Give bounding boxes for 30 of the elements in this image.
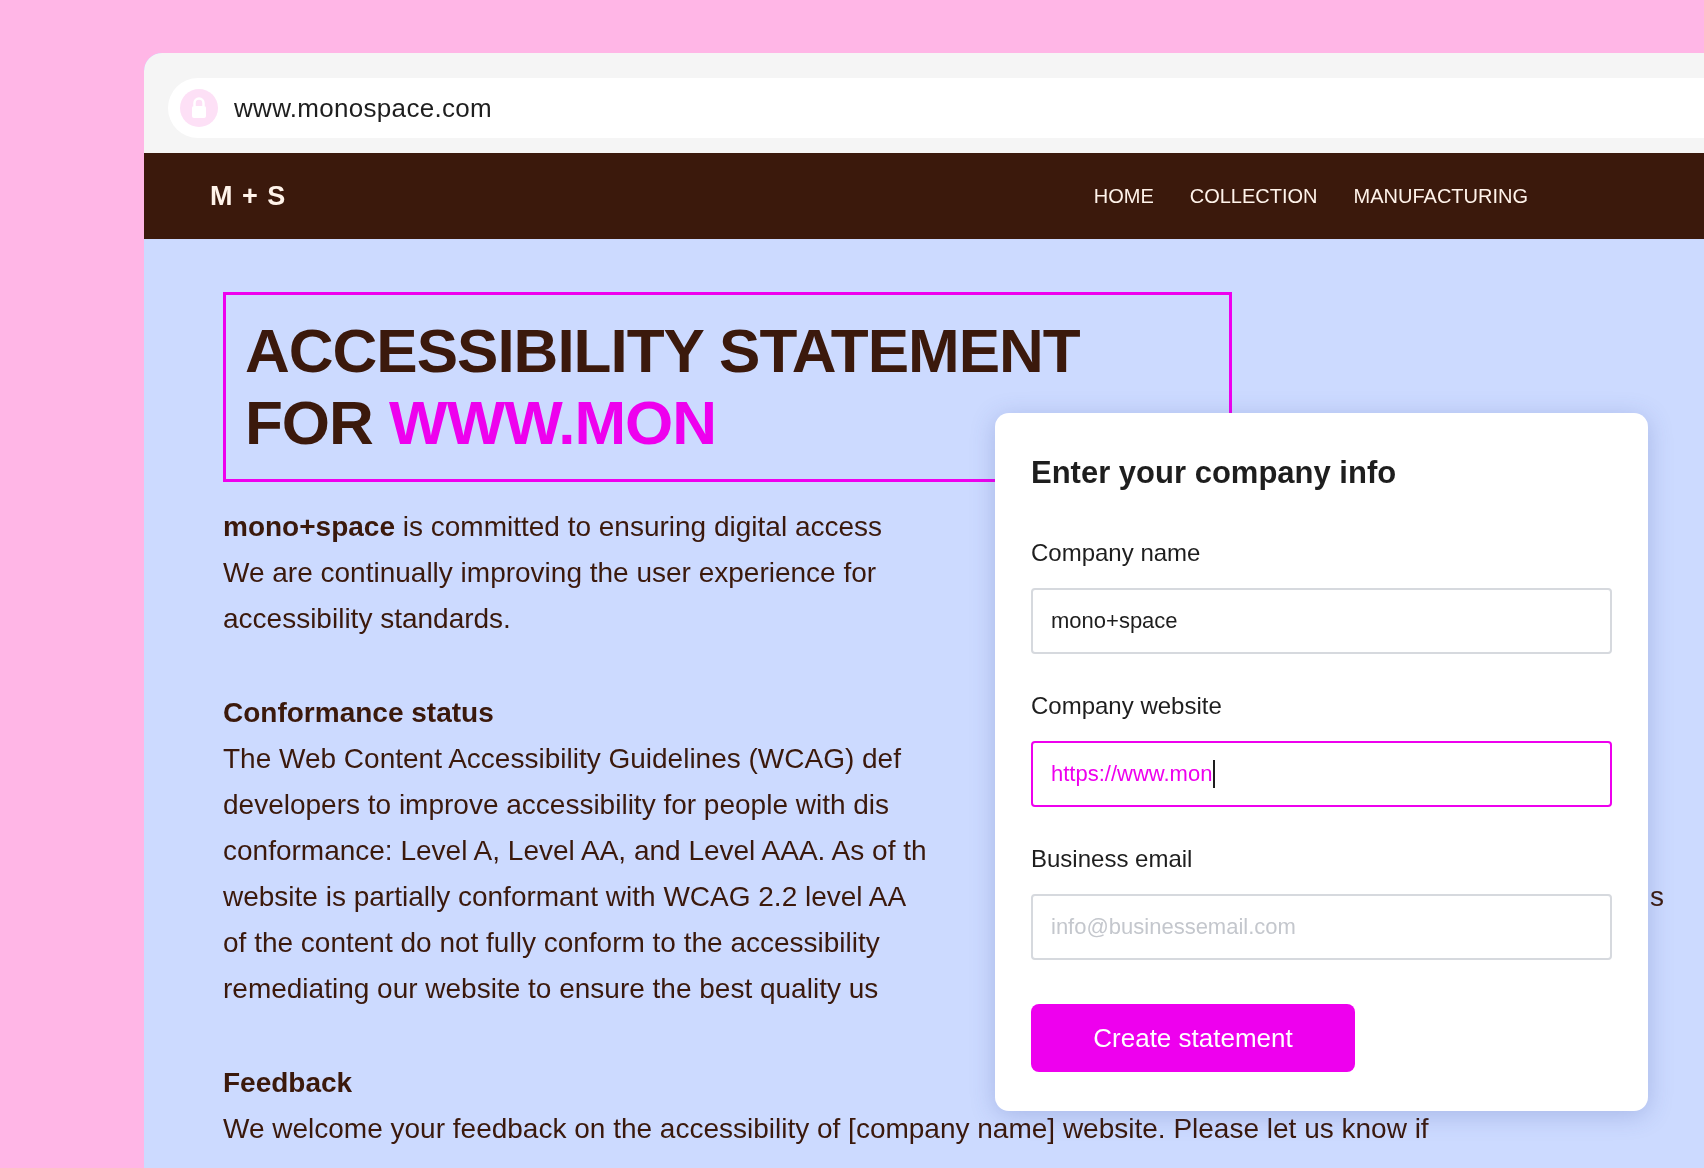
text-field[interactable]: mono+space [1031, 588, 1612, 654]
create-statement-button[interactable]: Create statement [1031, 1004, 1355, 1072]
page-heading: ACCESSIBILITY STATEMENT [245, 315, 1080, 387]
lock-icon [180, 89, 218, 127]
paragraph-line: website is partially conformant with WCAG 2.2 level AA [223, 880, 907, 914]
nav-link[interactable]: HOME [1093, 184, 1154, 208]
paragraph-line: remediating our website to ensure the best quality us [223, 972, 879, 1006]
paragraph-line: of the content do not fully conform to the accessibility [223, 926, 880, 960]
nav-link[interactable]: MANUFACTURING [1353, 184, 1528, 208]
section-heading: Conformance status [223, 696, 494, 730]
site-logo[interactable]: M + S [210, 180, 1094, 212]
field-label: Business email [1031, 844, 1193, 874]
nav-link[interactable]: COLLECTION [1189, 184, 1318, 208]
text-cursor [1213, 760, 1216, 788]
address-bar[interactable]: www.monospace.com [168, 78, 1704, 138]
paragraph-line: We welcome your feedback on the accessibility of [company name] website. Please let us know if [223, 1112, 1429, 1146]
text-field[interactable]: https://www.mon [1031, 741, 1612, 807]
paragraph-line: developers to improve accessibility for people with dis [223, 788, 890, 822]
paragraph-line: conformance: Level A, Level AA, and Level AAA. As of th [223, 834, 927, 868]
page-heading: FOR WWW.MON [245, 387, 717, 459]
field-label: Company website [1031, 691, 1222, 721]
paragraph-fragment: s [1650, 880, 1665, 914]
url-text: www.monospace.com [234, 92, 492, 124]
paragraph-line: accessibility standards. [223, 602, 511, 636]
paragraph-line: We are continually improving the user experience for [223, 556, 877, 590]
section-heading: Feedback [223, 1066, 353, 1100]
form-title: Enter your company info [1031, 454, 1397, 492]
paragraph-line: mono+space is committed to ensuring digital access [223, 510, 883, 544]
paragraph-line: The Web Content Accessibility Guidelines (WCAG) def [223, 742, 901, 776]
field-label: Company name [1031, 538, 1201, 568]
